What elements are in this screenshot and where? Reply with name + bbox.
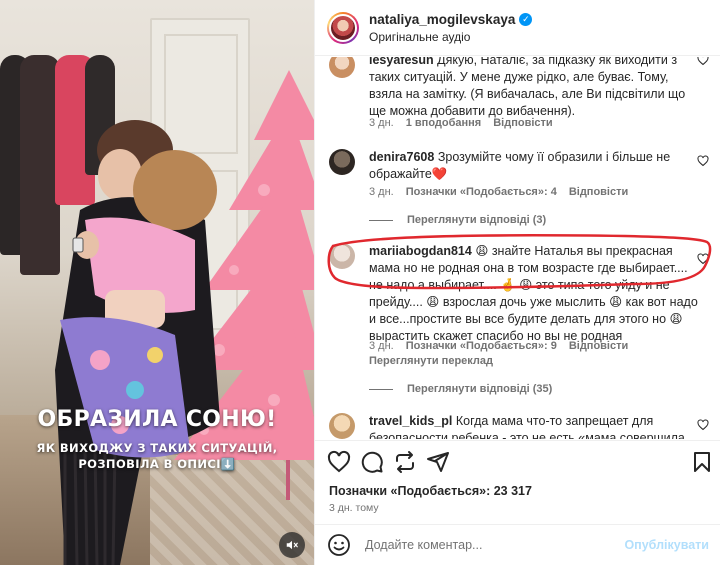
post-video[interactable]: ОБРАЗИЛА СОНЮ! ЯК ВИХОДЖУ З ТАКИХ СИТУАЦ… [0, 0, 314, 565]
original-audio-link[interactable]: Оригінальне аудіо [369, 30, 532, 44]
reply-button[interactable]: Відповісти [569, 340, 628, 352]
view-replies-label: Переглянути відповіді (35) [407, 383, 553, 395]
post-date[interactable]: 3 дн. тому [329, 502, 379, 514]
post-action-bar [315, 440, 720, 480]
smiley-icon[interactable] [327, 533, 351, 557]
author-avatar[interactable] [327, 11, 359, 44]
see-translation-button[interactable]: Переглянути переклад [369, 355, 493, 367]
author-username[interactable]: nataliya_mogilevskaya [369, 12, 515, 27]
reply-button[interactable]: Відповісти [569, 186, 628, 198]
post-comment-button[interactable]: Опублікувати [624, 538, 709, 552]
post-likes-count[interactable]: Позначки «Подобається»: 23 317 [329, 484, 532, 498]
paper-plane-icon[interactable] [426, 450, 450, 474]
comment-username[interactable]: lesyafesun [369, 57, 434, 67]
mother-holding-child [55, 120, 220, 565]
comment-like-heart-icon[interactable] [697, 419, 709, 431]
verified-badge-icon: ✓ [519, 12, 533, 26]
comment-likes[interactable]: 1 вподобання [406, 117, 481, 129]
comment-item: travel_kids_pl Когда мама что-то запреща… [329, 413, 720, 439]
view-replies-button[interactable]: Переглянути відповіді (35) [369, 383, 552, 395]
comment-like-heart-icon[interactable] [697, 155, 709, 167]
heart-icon[interactable] [327, 450, 351, 474]
red-highlight-annotation [327, 234, 712, 290]
commenter-avatar[interactable] [329, 57, 355, 78]
replies-divider-line [369, 388, 393, 390]
comment-likes[interactable]: Позначки «Подобається»: 4 [406, 186, 557, 198]
commenter-avatar[interactable] [329, 413, 355, 439]
comment-username[interactable]: denira7608 [369, 150, 434, 164]
reply-button[interactable]: Відповісти [493, 117, 552, 129]
comment-like-heart-icon[interactable] [697, 57, 709, 66]
comment-composer: Опублікувати [315, 524, 720, 565]
comment-item: denira7608 Зрозумійте чому її образили і… [329, 149, 720, 199]
comment-input[interactable] [365, 538, 625, 552]
bookmark-icon[interactable] [690, 450, 714, 474]
mute-toggle-button[interactable] [279, 532, 305, 558]
speaker-muted-icon [286, 540, 298, 550]
repost-icon[interactable] [393, 450, 417, 474]
video-caption-title: ОБРАЗИЛА СОНЮ! [37, 407, 277, 432]
comment-username[interactable]: travel_kids_pl [369, 414, 452, 428]
comment-time: 3 дн. [369, 340, 394, 352]
view-replies-button[interactable]: Переглянути відповіді (3) [369, 214, 546, 226]
video-caption-line-2: РОЗПОВІЛА В ОПИСІ⬇️ [78, 457, 236, 471]
comment-time: 3 дн. [369, 186, 394, 198]
comment-icon[interactable] [360, 450, 384, 474]
replies-divider-line [369, 219, 393, 221]
commenter-avatar[interactable] [329, 149, 355, 175]
post-header: nataliya_mogilevskaya ✓ Оригінальне ауді… [315, 0, 720, 56]
comment-time: 3 дн. [369, 117, 394, 129]
video-caption-line-1: ЯК ВИХОДЖУ З ТАКИХ СИТУАЦІЙ, [36, 441, 278, 455]
comment-likes[interactable]: Позначки «Подобається»: 9 [406, 340, 557, 352]
view-replies-label: Переглянути відповіді (3) [407, 214, 547, 226]
